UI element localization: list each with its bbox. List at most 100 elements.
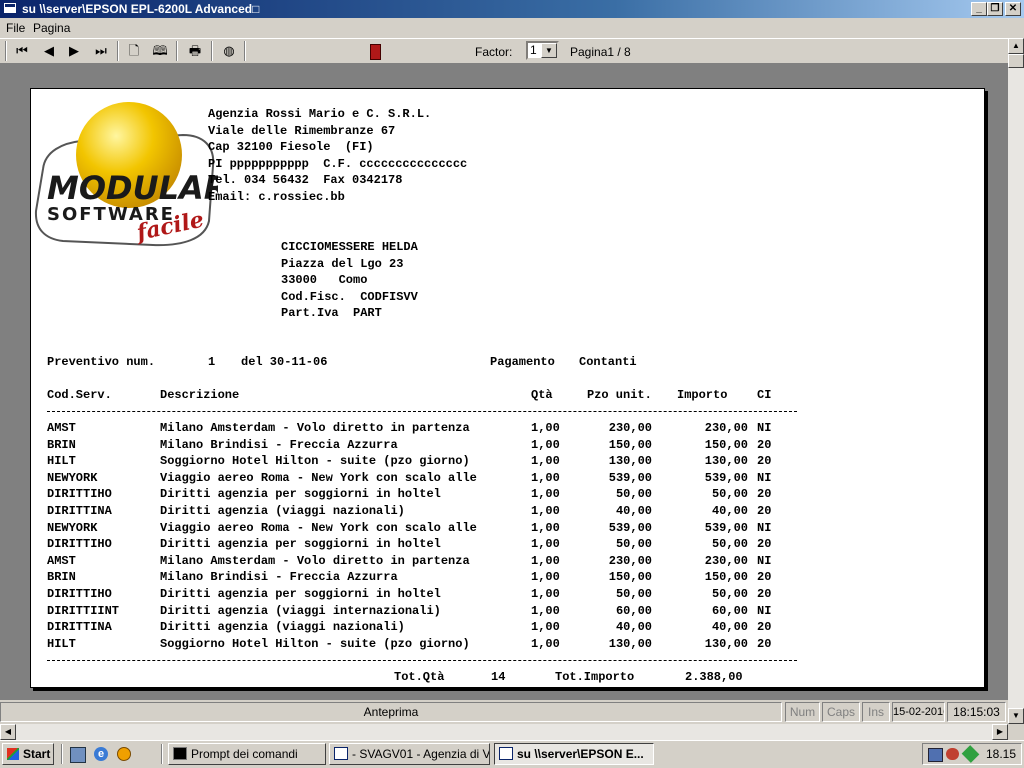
- scroll-up-icon[interactable]: ▲: [1008, 38, 1024, 54]
- scroll-right-icon[interactable]: ▶: [992, 724, 1008, 740]
- cell-qty: 1,00: [531, 553, 560, 568]
- table-row: BRIN Milano Brindisi - Freccia Azzurra 1,0…: [31, 570, 984, 587]
- cell-ci: 20: [757, 504, 772, 518]
- export-globe-icon[interactable]: ◍: [218, 41, 240, 61]
- start-label: Start: [23, 747, 51, 761]
- printer-icon[interactable]: 🖶: [184, 41, 206, 61]
- chevron-down-icon[interactable]: ▼: [541, 43, 557, 58]
- vertical-scrollbar[interactable]: [1008, 38, 1024, 724]
- status-ins: Ins: [862, 702, 890, 722]
- last-page-icon[interactable]: ⏭: [90, 41, 112, 61]
- cell-qty: 1,00: [531, 570, 560, 585]
- task-label: su \\server\EPSON E...: [517, 747, 644, 761]
- cell-description: Diritti agenzia per soggiorni in holtel: [160, 537, 441, 552]
- cell-qty: 1,00: [531, 437, 560, 452]
- cell-code: DIRITTIHO: [47, 487, 112, 502]
- start-button[interactable]: Start: [2, 743, 54, 765]
- horizontal-scrollbar[interactable]: [0, 724, 1008, 740]
- cell-amount: 230,00: [704, 421, 748, 435]
- taskbar-item-epson-preview[interactable]: su \\server\EPSON E...: [494, 743, 654, 765]
- customer-line: CICCIOMESSERE HELDA: [281, 240, 418, 254]
- logo-word-modular: MODULAR: [47, 169, 218, 207]
- cell-amount: 50,00: [711, 487, 748, 502]
- next-page-icon[interactable]: ▶: [63, 41, 85, 61]
- cell-code: AMST: [47, 553, 76, 568]
- cell-description: Diritti agenzia (viaggi nazionali): [160, 620, 405, 635]
- cell-code: HILT: [47, 636, 76, 651]
- cell-ci: 20: [757, 487, 772, 502]
- customer-line: Part.Iva PART: [281, 306, 382, 321]
- previous-page-icon[interactable]: ◀: [38, 41, 60, 61]
- security-icon[interactable]: [946, 748, 959, 760]
- taskbar-separator: [161, 744, 163, 764]
- table-divider: [47, 660, 797, 661]
- cell-amount: 40,00: [711, 504, 748, 518]
- cell-ci: 20: [757, 454, 772, 469]
- scroll-left-icon[interactable]: ◀: [0, 724, 16, 740]
- cell-amount: 130,00: [704, 636, 748, 651]
- cell-amount: 150,00: [704, 570, 748, 585]
- table-row: DIRITTINA Diritti agenzia (viaggi naziona…: [31, 620, 984, 637]
- cell-amount: 230,00: [704, 553, 748, 568]
- status-mode: Anteprima: [0, 702, 782, 722]
- cell-ci: NI: [757, 421, 772, 435]
- cell-code: BRIN: [47, 437, 76, 452]
- cell-amount: 50,00: [711, 587, 748, 601]
- cell-amount: 130,00: [704, 454, 748, 469]
- menu-file[interactable]: File: [6, 21, 25, 35]
- cell-qty: 1,00: [531, 620, 560, 635]
- toolbar-separator: [117, 41, 119, 61]
- table-row: BRIN Milano Brindisi - Freccia Azzurra 1,0…: [31, 438, 984, 455]
- cell-amount: 539,00: [704, 470, 748, 485]
- cell-code: BRIN: [47, 570, 76, 585]
- cell-code: HILT: [47, 454, 76, 469]
- cell-ci: 20: [757, 620, 772, 635]
- single-page-icon[interactable]: 🗋: [123, 41, 145, 61]
- size-grip[interactable]: [1008, 724, 1024, 740]
- cell-qty: 1,00: [531, 421, 560, 435]
- cell-ci: 20: [757, 437, 772, 452]
- taskbar-clock: 18.15: [986, 747, 1017, 761]
- network-icon[interactable]: [928, 748, 943, 762]
- show-desktop-icon[interactable]: [70, 747, 86, 763]
- col-amount: Importo: [677, 388, 728, 402]
- quote-number: 1: [208, 355, 216, 369]
- customer-line: Piazza del Lgo 23: [281, 256, 404, 271]
- internet-explorer-icon[interactable]: e: [94, 747, 108, 761]
- company-line: Cap 32100 Fiesole (FI): [208, 140, 374, 155]
- menu-pagina[interactable]: Pagina: [33, 21, 70, 35]
- cell-description: Milano Brindisi - Freccia Azzurra: [160, 437, 398, 452]
- payment-value: Contanti: [579, 355, 637, 369]
- window-icon: [334, 747, 348, 760]
- cell-qty: 1,00: [531, 603, 560, 618]
- cell-description: Soggiorno Hotel Hilton - suite (pzo gior…: [160, 636, 470, 651]
- restore-button[interactable]: ❐: [987, 2, 1003, 16]
- minimize-button[interactable]: _: [971, 2, 987, 16]
- cell-amount: 40,00: [711, 620, 748, 635]
- taskbar-item-prompt[interactable]: Prompt dei comandi: [168, 743, 326, 765]
- company-line: Agenzia Rossi Mario e C. S.R.L.: [208, 107, 432, 121]
- cell-qty: 1,00: [531, 454, 560, 469]
- table-divider: [47, 411, 797, 412]
- close-button[interactable]: ✕: [1005, 2, 1021, 16]
- taskbar-separator: [61, 744, 63, 764]
- status-time: 18:15:03: [947, 702, 1006, 722]
- quote-label: Preventivo num.: [47, 355, 156, 369]
- windows-logo-icon: [7, 748, 19, 760]
- window-icon[interactable]: [3, 2, 17, 14]
- table-row: DIRITTIHO Diritti agenzia per soggiorni i…: [31, 487, 984, 504]
- customer-address: CICCIOMESSERE HELDA Piazza del Lgo 23 3300…: [281, 239, 418, 322]
- col-description: Descrizione: [160, 388, 240, 402]
- cell-ci: 20: [757, 587, 772, 601]
- exit-door-icon[interactable]: [364, 41, 386, 61]
- cell-code: DIRITTINA: [47, 504, 112, 518]
- media-player-icon[interactable]: [117, 747, 131, 761]
- col-unit-price: Pzo unit.: [587, 388, 652, 402]
- vertical-scroll-thumb[interactable]: [1008, 54, 1024, 68]
- two-pages-icon[interactable]: 🕮: [149, 41, 171, 61]
- first-page-icon[interactable]: ⏮: [11, 41, 33, 61]
- payment-label: Pagamento: [490, 355, 555, 369]
- cell-ci: NI: [757, 553, 772, 568]
- taskbar-item-svagv01[interactable]: - SVAGV01 - Agenzia di V...: [329, 743, 490, 765]
- cell-qty: 1,00: [531, 470, 560, 485]
